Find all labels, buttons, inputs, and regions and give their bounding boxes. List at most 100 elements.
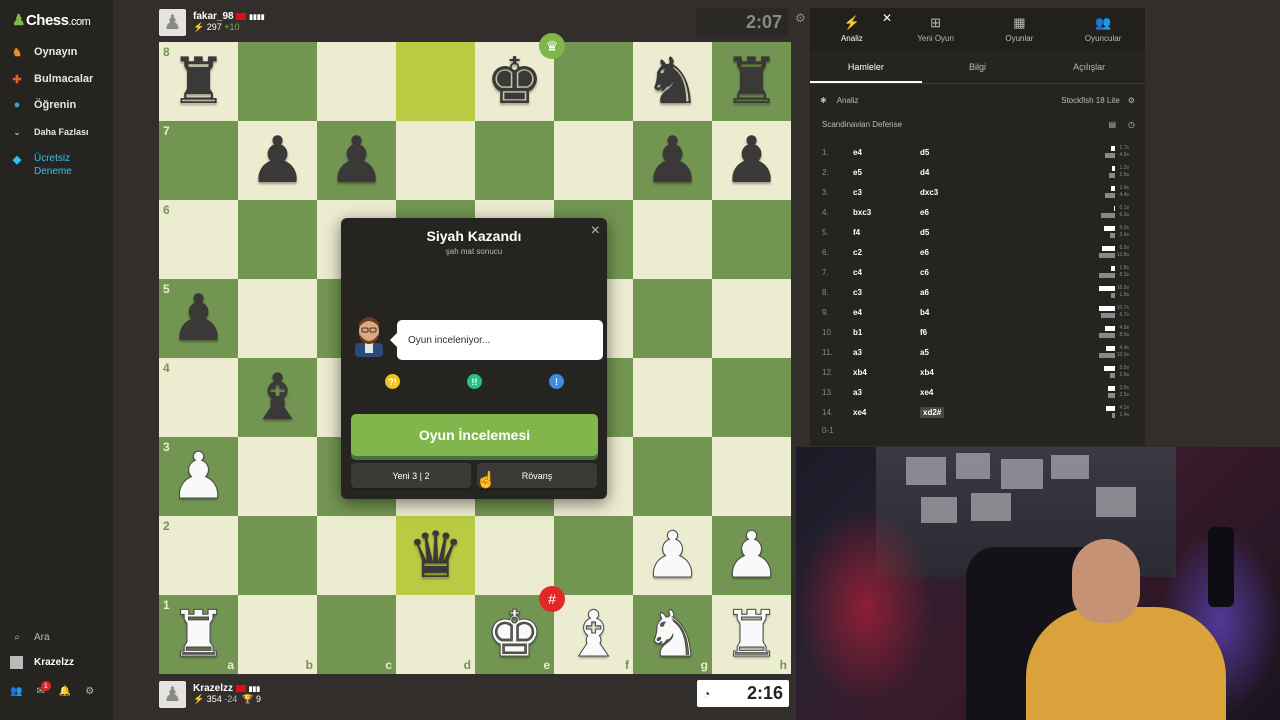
square-d8[interactable] — [396, 42, 475, 121]
square-d2[interactable]: ♛ — [396, 516, 475, 595]
black-move[interactable]: xd2# — [920, 406, 945, 418]
square-b1[interactable]: b — [238, 595, 317, 674]
square-a8[interactable]: 8 ♜ — [159, 42, 238, 121]
black-pawn-icon[interactable]: ♟ — [723, 129, 780, 193]
square-g2[interactable]: ♟ — [633, 516, 712, 595]
black-move[interactable]: c6 — [920, 268, 929, 277]
black-pawn-icon[interactable]: ♟ — [328, 129, 385, 193]
black-queen-icon[interactable]: ♛ — [407, 524, 464, 588]
friends-icon[interactable]: 👥 — [10, 686, 22, 697]
black-move[interactable]: d5 — [920, 228, 929, 237]
sidebar-item-play[interactable]: ♞ Oynayın — [10, 42, 77, 62]
black-rook-icon[interactable]: ♜ — [723, 50, 780, 114]
square-a3[interactable]: 3 ♟ — [159, 437, 238, 516]
square-h2[interactable]: ♟ — [712, 516, 791, 595]
black-move[interactable]: a5 — [920, 348, 929, 357]
sidebar-item-free-trial[interactable]: ◆ Ücretsiz Deneme — [10, 152, 84, 178]
square-b6[interactable] — [238, 200, 317, 279]
black-pawn-icon[interactable]: ♟ — [644, 129, 701, 193]
game-review-button[interactable]: Oyun İncelemesi — [351, 414, 598, 456]
tab-players[interactable]: 👥 Oyuncular — [1061, 8, 1145, 50]
square-c8[interactable] — [317, 42, 396, 121]
black-move[interactable]: b4 — [920, 308, 929, 317]
black-move[interactable]: d5 — [920, 148, 929, 157]
white-pawn-icon[interactable]: ♟ — [722, 523, 780, 588]
square-g1[interactable]: g ♞ — [633, 595, 712, 674]
white-move[interactable]: c2 — [853, 248, 862, 257]
square-b7[interactable]: ♟ — [238, 121, 317, 200]
square-f1[interactable]: f ♝ — [554, 595, 633, 674]
square-h8[interactable]: ♜ — [712, 42, 791, 121]
tab-moves[interactable]: Hamleler — [810, 50, 922, 83]
square-b8[interactable] — [238, 42, 317, 121]
square-e2[interactable] — [475, 516, 554, 595]
square-g3[interactable] — [633, 437, 712, 516]
square-d7[interactable] — [396, 121, 475, 200]
white-move[interactable]: b1 — [853, 328, 862, 337]
new-game-button[interactable]: Yeni 3 | 2 — [351, 463, 471, 488]
sidebar-item-learn[interactable]: ● Öğrenin — [10, 95, 77, 115]
black-knight-icon[interactable]: ♞ — [644, 50, 701, 114]
black-move[interactable]: dxc3 — [920, 188, 938, 197]
white-move[interactable]: a3 — [853, 348, 862, 357]
square-g7[interactable]: ♟ — [633, 121, 712, 200]
square-a5[interactable]: 5 ♟ — [159, 279, 238, 358]
square-f7[interactable] — [554, 121, 633, 200]
tab-info[interactable]: Bilgi — [922, 50, 1034, 83]
tab-new-game[interactable]: ⊞ Yeni Oyun — [894, 8, 978, 50]
square-g8[interactable]: ♞ — [633, 42, 712, 121]
top-player-avatar[interactable]: ♟ — [159, 8, 186, 36]
square-f8[interactable] — [554, 42, 633, 121]
white-move[interactable]: bxc3 — [853, 208, 871, 217]
black-move[interactable]: e6 — [920, 248, 929, 257]
black-pawn-icon[interactable]: ♟ — [249, 129, 306, 193]
tab-openings[interactable]: Açılışlar — [1033, 50, 1145, 83]
black-move[interactable]: e6 — [920, 208, 929, 217]
tab-games[interactable]: ▦ Oyunlar — [978, 8, 1062, 50]
square-a2[interactable]: 2 — [159, 516, 238, 595]
white-rook-icon[interactable]: ♜ — [722, 602, 780, 667]
square-g4[interactable] — [633, 358, 712, 437]
black-move[interactable]: xb4 — [920, 368, 934, 377]
square-h5[interactable] — [712, 279, 791, 358]
white-pawn-icon[interactable]: ♟ — [169, 444, 227, 509]
book-icon[interactable]: ▤ — [1108, 120, 1116, 129]
square-h1[interactable]: h ♜ — [712, 595, 791, 674]
sidebar-item-puzzles[interactable]: ✚ Bulmacalar — [10, 69, 93, 89]
profile-item[interactable]: Krazelzz — [10, 656, 74, 669]
square-a6[interactable]: 6 — [159, 200, 238, 279]
chess-logo[interactable]: ♟Chess.com — [12, 11, 91, 29]
white-knight-icon[interactable]: ♞ — [643, 602, 701, 667]
white-move[interactable]: xb4 — [853, 368, 867, 377]
black-pawn-icon[interactable]: ♟ — [170, 287, 227, 351]
engine-settings-gear-icon[interactable]: ⚙ — [1128, 96, 1135, 105]
square-e7[interactable] — [475, 121, 554, 200]
square-c2[interactable] — [317, 516, 396, 595]
square-h6[interactable] — [712, 200, 791, 279]
square-a7[interactable]: 7 — [159, 121, 238, 200]
white-move[interactable]: a3 — [853, 388, 862, 397]
square-a1[interactable]: 1 a ♜ — [159, 595, 238, 674]
square-h7[interactable]: ♟ — [712, 121, 791, 200]
bottom-player-avatar[interactable]: ♟ — [159, 680, 186, 708]
square-c1[interactable]: c — [317, 595, 396, 674]
white-move[interactable]: e4 — [853, 308, 862, 317]
history-icon[interactable]: ◷ — [1128, 120, 1135, 129]
black-rook-icon[interactable]: ♜ — [170, 50, 227, 114]
white-king-icon[interactable]: ♚ — [485, 602, 543, 667]
white-bishop-icon[interactable]: ♝ — [564, 602, 622, 667]
square-b4[interactable]: ♝ — [238, 358, 317, 437]
black-move[interactable]: a6 — [920, 288, 929, 297]
square-f2[interactable] — [554, 516, 633, 595]
white-move[interactable]: e4 — [853, 148, 862, 157]
square-h3[interactable] — [712, 437, 791, 516]
white-move[interactable]: e5 — [853, 168, 862, 177]
white-move[interactable]: c4 — [853, 268, 862, 277]
white-move[interactable]: xe4 — [853, 408, 866, 417]
square-b5[interactable] — [238, 279, 317, 358]
black-move[interactable]: xe4 — [920, 388, 933, 397]
white-move[interactable]: c3 — [853, 188, 862, 197]
square-g6[interactable] — [633, 200, 712, 279]
analysis-toggle-icon[interactable]: ✱ — [820, 96, 827, 105]
square-e8[interactable]: ♚ ♛ — [475, 33, 565, 121]
